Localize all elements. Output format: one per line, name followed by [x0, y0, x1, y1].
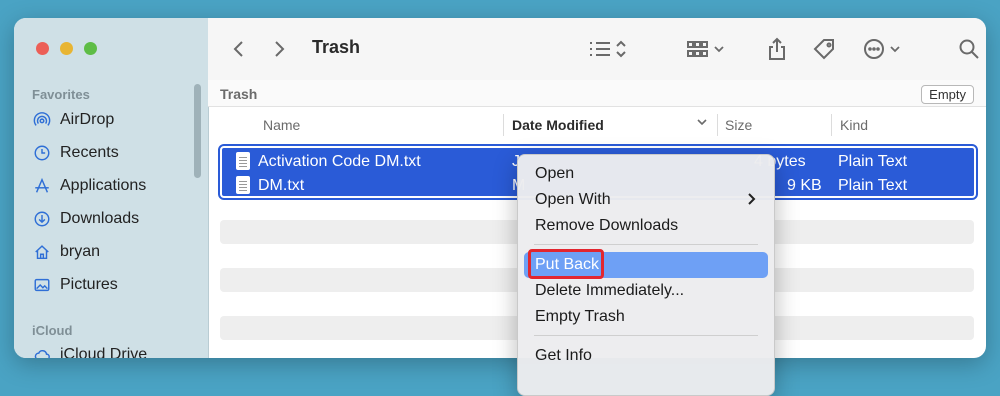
- sidebar-item-airdrop[interactable]: AirDrop: [32, 105, 114, 135]
- cloud-icon: [32, 345, 52, 358]
- sidebar-item-home[interactable]: bryan: [32, 237, 100, 267]
- finder-window: Favorites AirDrop Recents Applications D…: [14, 18, 986, 358]
- path-bar: Trash Empty: [208, 80, 986, 107]
- more-icon: [864, 39, 900, 59]
- column-header-kind[interactable]: Kind: [840, 117, 868, 133]
- share-icon: [769, 37, 785, 60]
- list-view-button[interactable]: [588, 36, 634, 62]
- file-kind: Plain Text: [838, 177, 908, 194]
- sidebar-item-label: Downloads: [60, 210, 140, 227]
- menu-separator: [534, 244, 758, 245]
- minimize-window-button[interactable]: [60, 42, 73, 55]
- window-title: Trash: [312, 37, 361, 57]
- menu-item-put-back[interactable]: Put Back: [524, 249, 768, 279]
- context-menu: Open Open With Remove Downloads Put Back…: [517, 154, 775, 396]
- menu-item-remove-downloads[interactable]: Remove Downloads: [524, 213, 768, 239]
- list-view-icon: [590, 40, 626, 58]
- icloud-section-label: iCloud: [32, 323, 73, 338]
- sidebar-item-label: Applications: [60, 177, 147, 194]
- back-button[interactable]: [232, 36, 246, 62]
- column-headers: Name Date Modified Size Kind: [208, 108, 986, 142]
- sidebar: Favorites AirDrop Recents Applications D…: [14, 18, 209, 358]
- share-button[interactable]: [766, 36, 788, 62]
- zoom-window-button[interactable]: [84, 42, 97, 55]
- chevron-left-icon: [233, 41, 243, 57]
- text-file-icon: [236, 176, 250, 194]
- action-button[interactable]: [862, 36, 906, 62]
- menu-item-get-info[interactable]: Get Info: [524, 343, 768, 369]
- close-window-button[interactable]: [36, 42, 49, 55]
- forward-button[interactable]: [272, 36, 286, 62]
- applications-icon: [32, 176, 52, 196]
- menu-item-open-with[interactable]: Open With: [524, 187, 768, 213]
- column-divider[interactable]: [503, 114, 504, 136]
- sidebar-item-label: AirDrop: [60, 111, 115, 128]
- empty-trash-button[interactable]: Empty: [921, 85, 974, 104]
- menu-separator: [534, 335, 758, 336]
- airdrop-icon: [32, 110, 52, 130]
- search-button[interactable]: [958, 36, 980, 62]
- home-icon: [32, 242, 52, 262]
- menu-item-empty-trash[interactable]: Empty Trash: [524, 304, 768, 330]
- sidebar-item-label: Pictures: [60, 276, 118, 293]
- annotation-highlight-box: [528, 249, 604, 279]
- sidebar-item-icloud-drive[interactable]: iCloud Drive: [32, 340, 147, 358]
- tag-button[interactable]: [812, 36, 838, 62]
- sidebar-item-pictures[interactable]: Pictures: [32, 270, 118, 300]
- photo-icon: [32, 275, 52, 295]
- menu-item-delete-immediately[interactable]: Delete Immediately...: [524, 278, 768, 304]
- sidebar-item-downloads[interactable]: Downloads: [32, 204, 139, 234]
- clock-icon: [32, 143, 52, 163]
- tag-icon: [813, 39, 834, 60]
- sidebar-item-label: bryan: [60, 243, 101, 260]
- download-icon: [32, 209, 52, 229]
- file-name: DM.txt: [258, 177, 305, 194]
- sidebar-item-label: iCloud Drive: [60, 346, 148, 358]
- sidebar-scrollbar[interactable]: [194, 84, 201, 178]
- file-kind: Plain Text: [838, 153, 908, 170]
- sidebar-item-applications[interactable]: Applications: [32, 171, 146, 201]
- chevron-right-icon: [746, 192, 756, 211]
- file-name: Activation Code DM.txt: [258, 153, 421, 170]
- toolbar: Trash: [208, 18, 986, 81]
- sort-descending-icon: [696, 115, 708, 131]
- group-button[interactable]: [686, 36, 728, 62]
- favorites-section-label: Favorites: [32, 87, 90, 102]
- sidebar-item-recents[interactable]: Recents: [32, 138, 119, 168]
- grid-icon: [687, 41, 724, 57]
- menu-item-open[interactable]: Open: [524, 161, 768, 187]
- sidebar-item-label: Recents: [60, 144, 119, 161]
- column-header-name[interactable]: Name: [263, 117, 300, 133]
- search-icon: [959, 39, 979, 59]
- column-header-date-modified[interactable]: Date Modified: [512, 117, 604, 133]
- file-size: 9 KB: [787, 177, 822, 194]
- column-divider[interactable]: [831, 114, 832, 136]
- menu-item-label: Open With: [535, 191, 611, 208]
- column-divider[interactable]: [717, 114, 718, 136]
- column-header-size[interactable]: Size: [725, 117, 752, 133]
- text-file-icon: [236, 152, 250, 170]
- chevron-right-icon: [275, 41, 285, 57]
- path-bar-label: Trash: [220, 86, 258, 102]
